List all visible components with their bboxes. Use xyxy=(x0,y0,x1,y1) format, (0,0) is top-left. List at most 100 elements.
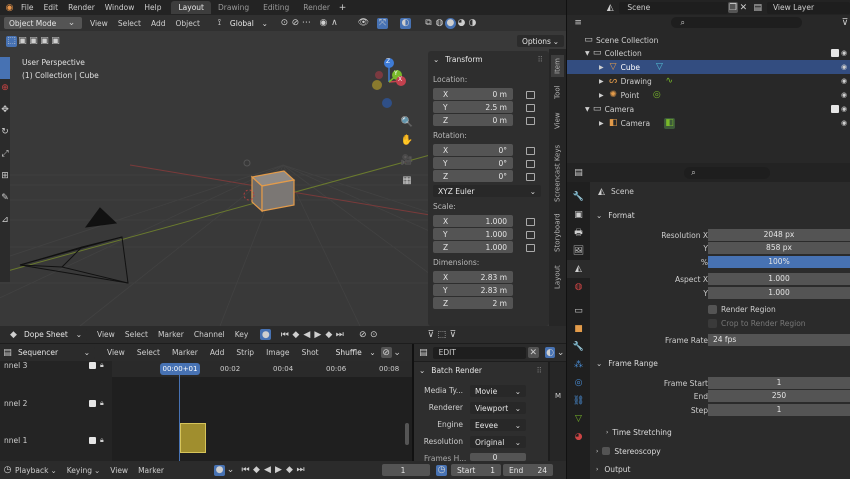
world-tab-icon[interactable]: ◍ xyxy=(567,278,590,296)
dimensions-z-field[interactable]: Z 2 m xyxy=(433,297,513,309)
outliner-row-collection[interactable]: ▼ ▭ Collection ◉ xyxy=(567,46,850,60)
outliner-row-camera[interactable]: ▶ ◧ Camera ◧ ◉ xyxy=(567,116,850,130)
falloff-icon[interactable]: ∧ xyxy=(329,18,340,29)
rotation-x-field[interactable]: X 0° xyxy=(433,144,513,156)
viewport-menu-select[interactable]: Select xyxy=(118,19,141,28)
lock-icon[interactable] xyxy=(526,117,535,125)
light-data-icon[interactable]: ◎ xyxy=(651,90,662,101)
display-mode-icon[interactable]: ≡ xyxy=(573,17,583,28)
eye-icon[interactable]: ◉ xyxy=(841,119,847,127)
location-z-field[interactable]: Z 0 m xyxy=(433,114,513,126)
lock-icon[interactable] xyxy=(526,218,535,226)
view-layer-tab-icon[interactable]: 🖼 xyxy=(567,242,590,260)
checkbox-icon[interactable] xyxy=(89,437,96,444)
lock-icon[interactable] xyxy=(526,231,535,239)
scale-tool-icon[interactable]: ⤢ xyxy=(0,149,10,159)
close-scene-icon[interactable]: ✕ xyxy=(738,2,748,13)
lock-icon[interactable]: 🔒︎ xyxy=(100,436,104,445)
tab-render[interactable]: Render xyxy=(296,1,337,14)
viewport-menu-view[interactable]: View xyxy=(90,19,108,28)
scale-z-field[interactable]: Z 1.000 xyxy=(433,241,513,253)
sequencer-menu-view[interactable]: View xyxy=(107,348,125,357)
checkbox-icon[interactable] xyxy=(602,447,611,455)
vertical-scrollbar[interactable] xyxy=(405,423,409,445)
location-y-field[interactable]: Y 2.5 m xyxy=(433,101,513,113)
keying-set-icon[interactable]: ⌄ xyxy=(225,465,236,476)
lock-icon[interactable] xyxy=(526,147,535,155)
drag-handle-icon[interactable]: ⠿ xyxy=(538,55,544,64)
frame-end-field[interactable]: 250 xyxy=(708,390,850,402)
frames-field[interactable]: 0 xyxy=(470,453,526,462)
timeline-menu-keying[interactable]: Keying xyxy=(67,466,92,475)
pan-hand-icon[interactable]: ✋ xyxy=(399,130,415,150)
record-icon[interactable]: ● xyxy=(214,464,226,476)
lock-icon[interactable] xyxy=(526,104,535,112)
sequencer-menu-add[interactable]: Add xyxy=(210,348,225,357)
prev-key-icon[interactable]: ◆ xyxy=(251,465,262,476)
dopesheet-menu-select[interactable]: Select xyxy=(125,330,148,339)
expand-right-icon[interactable]: ▶ xyxy=(599,120,604,127)
outliner-row-scene-collection[interactable]: ▭ Scene Collection xyxy=(567,33,850,47)
scale-y-field[interactable]: Y 1.000 xyxy=(433,228,513,240)
dimensions-y-field[interactable]: Y 2.83 m xyxy=(433,284,513,296)
render-tab-icon[interactable]: ▣ xyxy=(567,206,590,224)
renderer-select[interactable]: Viewport ⌄ xyxy=(470,402,526,414)
sequencer-mode-select[interactable]: Sequencer ⌄ xyxy=(13,346,95,359)
eye-icon[interactable]: ◉ xyxy=(841,105,847,113)
collection-tab-icon[interactable]: ▭ xyxy=(567,302,590,320)
measure-tool-icon[interactable]: ⊿ xyxy=(0,215,10,225)
dopesheet-mode-select[interactable]: Dope Sheet ⌄ xyxy=(19,328,87,341)
location-x-field[interactable]: X 0 m xyxy=(433,88,513,100)
tab-tool[interactable]: Tool xyxy=(551,81,564,103)
menu-render[interactable]: Render xyxy=(68,3,95,12)
dopesheet-menu-key[interactable]: Key xyxy=(235,330,249,339)
select-extend-icon[interactable]: ▣ xyxy=(17,36,28,47)
tab-editing[interactable]: Editing xyxy=(256,1,296,14)
format-section-header[interactable]: ⌄ Format xyxy=(590,208,850,222)
tab-layout[interactable]: Layout xyxy=(171,1,211,14)
zoom-icon[interactable]: 🔍 xyxy=(399,114,415,130)
tab-screencast-keys[interactable]: Screencast Keys xyxy=(551,141,564,205)
start-frame-field[interactable]: Start 1 xyxy=(451,464,502,476)
timeline-menu-marker[interactable]: Marker xyxy=(138,466,164,475)
select-subtract-icon[interactable]: ▣ xyxy=(28,36,39,47)
view-layer-icon[interactable]: ▤ xyxy=(753,2,763,13)
stroke-data-icon[interactable]: ∿ xyxy=(664,76,675,87)
lock-icon[interactable] xyxy=(526,91,535,99)
area-divider[interactable] xyxy=(566,0,567,479)
edit-field[interactable]: EDIT xyxy=(432,346,526,359)
tab-storyboard[interactable]: Storyboard xyxy=(551,211,564,255)
snap-target-icon[interactable]: ⋯ xyxy=(301,18,312,29)
blender-logo-icon[interactable]: ◉ xyxy=(4,2,15,13)
select-box-icon[interactable]: ⬚ xyxy=(6,35,17,47)
object-tab-icon[interactable]: ■ xyxy=(567,320,590,338)
particles-tab-icon[interactable]: ⁂ xyxy=(567,356,590,374)
stereoscopy-section-header[interactable]: › Stereoscopy xyxy=(590,444,850,458)
overlay-icon[interactable]: ◐ xyxy=(544,347,556,358)
timeline-editor-icon[interactable]: ◷ xyxy=(2,465,13,476)
render-region-checkbox[interactable]: Render Region xyxy=(708,305,776,314)
overlay-toggle-icon[interactable]: ⊘ xyxy=(380,347,392,358)
snap-icon[interactable]: ⊘ xyxy=(357,329,368,340)
orientation-icon[interactable]: ⟟ xyxy=(214,18,225,29)
material-shading-icon[interactable]: ◕ xyxy=(456,18,467,29)
resolution-x-field[interactable]: 2048 px xyxy=(708,229,850,241)
orientation-selector[interactable]: Global ⌄ xyxy=(224,17,273,29)
rotation-z-field[interactable]: Z 0° xyxy=(433,170,513,182)
crop-region-checkbox[interactable]: Crop to Render Region xyxy=(708,319,806,328)
checkbox-icon[interactable] xyxy=(831,105,839,113)
outliner-row-point[interactable]: ▶ ✺ Point ◎ ◉ xyxy=(567,88,850,102)
sequencer-timeline[interactable]: nnel 3 nnel 2 nnel 1 🔒︎ 🔒︎ 🔒︎ 00:00+01 0… xyxy=(0,361,412,461)
current-frame-field[interactable]: 1 xyxy=(382,464,431,476)
next-key-icon[interactable]: ◆ xyxy=(284,465,295,476)
camera-view-icon[interactable]: 🎥 xyxy=(399,150,415,170)
mesh-data-icon[interactable]: ▽ xyxy=(654,62,665,73)
select-intersect-icon[interactable]: ▣ xyxy=(50,36,61,47)
engine-select[interactable]: Eevee ⌄ xyxy=(470,419,526,431)
jump-end-icon[interactable]: ⏭ xyxy=(295,465,306,476)
eye-icon[interactable]: ◉ xyxy=(841,49,847,57)
time-ruler[interactable] xyxy=(112,361,412,377)
shuffle-select[interactable]: Shuffle ⌄ xyxy=(330,346,381,359)
checkbox-icon[interactable] xyxy=(831,49,839,57)
data-tab-icon[interactable]: ▽ xyxy=(567,410,590,428)
